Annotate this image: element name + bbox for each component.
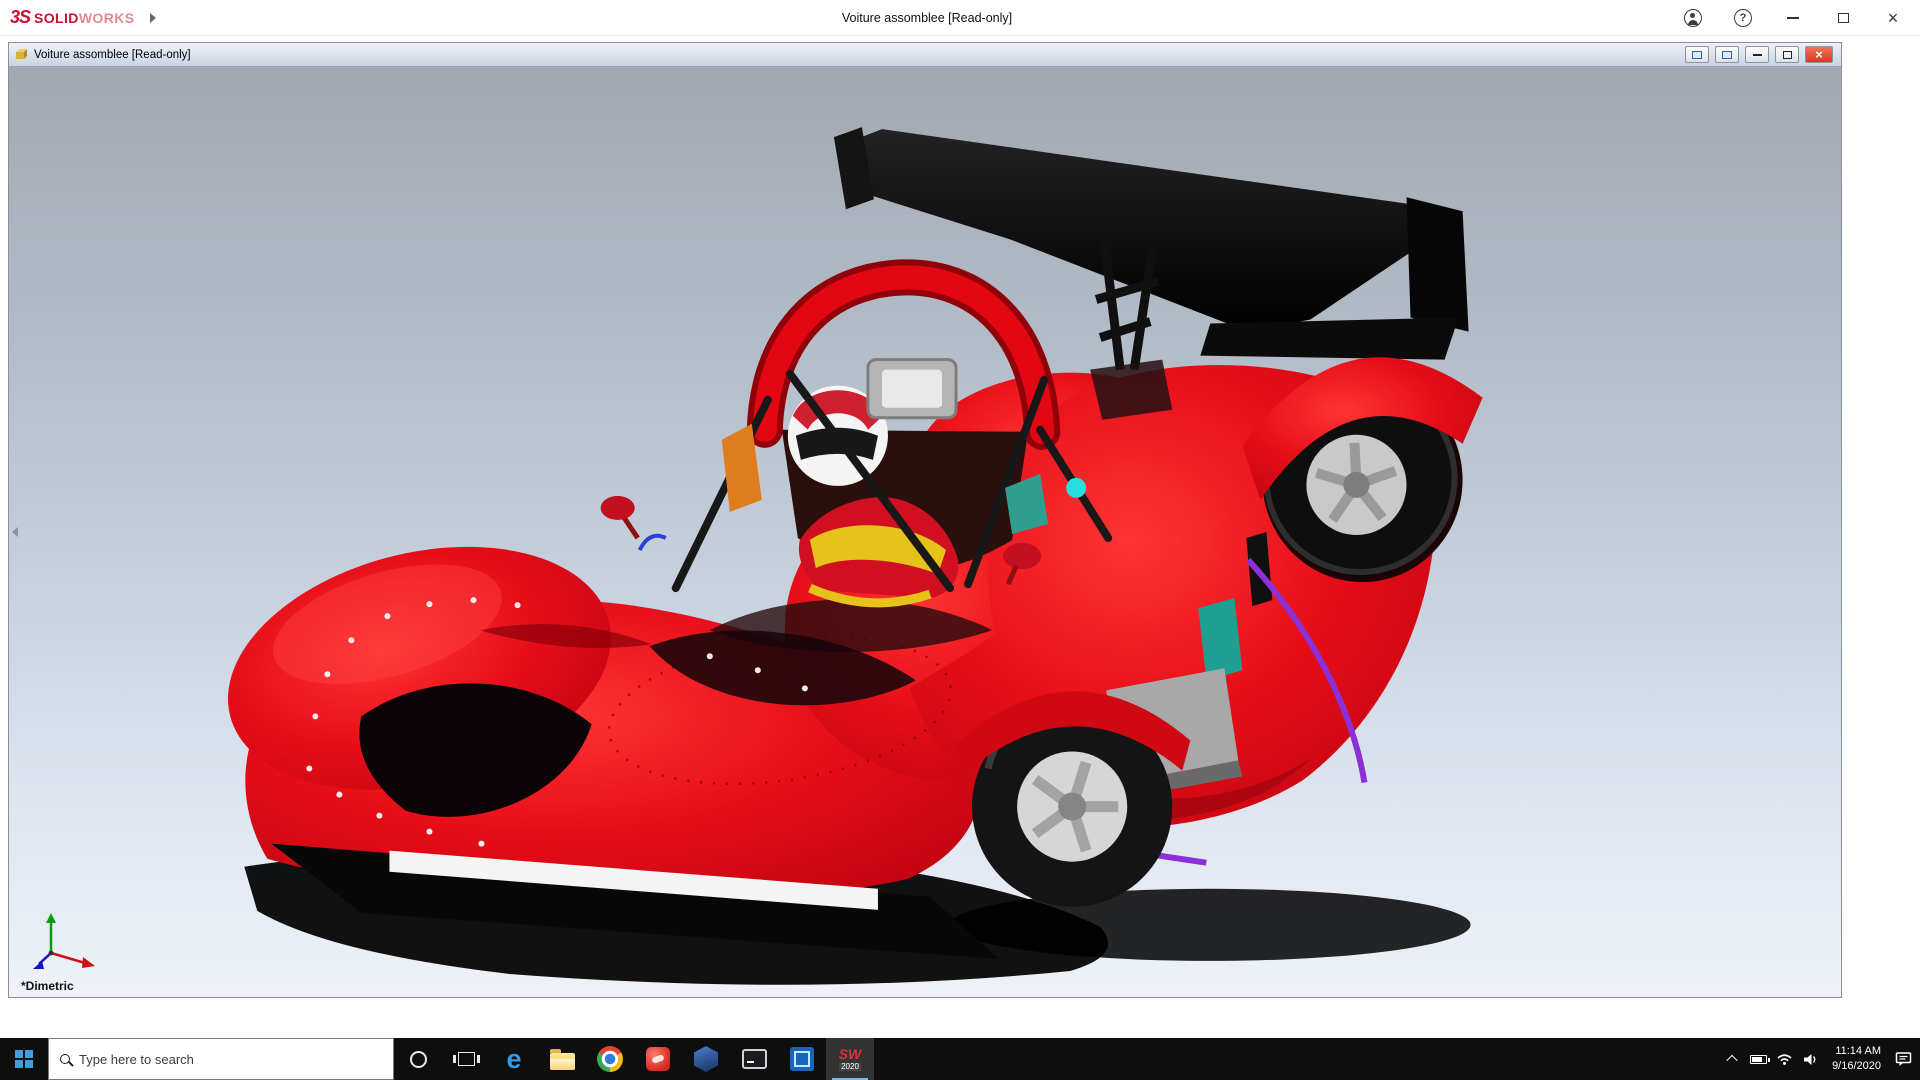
red-app-button[interactable] [634, 1038, 682, 1080]
solidworks-icon-badge: 2020 [839, 1063, 861, 1071]
solidworks-logo-mark: 3S [10, 7, 30, 28]
view-orientation-label: *Dimetric [21, 979, 74, 993]
restore-icon [1783, 51, 1792, 59]
tray-expand-button[interactable] [1719, 1038, 1745, 1080]
tile-window-left-button[interactable] [1685, 46, 1709, 63]
hexagon-app-button[interactable] [682, 1038, 730, 1080]
maximize-button[interactable] [1832, 7, 1854, 29]
solidworks-taskbar-button[interactable]: SW 2020 [826, 1038, 874, 1080]
task-view-icon [458, 1052, 475, 1066]
system-tray: 11:14 AM 9/16/2020 [1719, 1038, 1920, 1080]
edge-icon: e [506, 1046, 521, 1073]
app-titlebar: 3S SOLID WORKS Voiture assomblee [Read-o… [0, 0, 1920, 36]
clock-time: 11:14 AM [1835, 1044, 1881, 1059]
clock[interactable]: 11:14 AM 9/16/2020 [1823, 1038, 1890, 1080]
file-explorer-button[interactable] [538, 1038, 586, 1080]
terminal-icon [742, 1049, 767, 1069]
solidworks-taskbar-icon: SW 2020 [839, 1047, 862, 1071]
menu-flyout-button[interactable] [150, 13, 156, 23]
chevron-up-icon [1726, 1055, 1737, 1066]
close-button[interactable]: × [1882, 7, 1904, 29]
flyout-arrow-icon [150, 13, 156, 23]
panel-collapse-button[interactable] [9, 517, 21, 547]
battery-button[interactable] [1745, 1038, 1771, 1080]
help-button[interactable]: ? [1732, 7, 1754, 29]
hexagon-app-icon [694, 1046, 718, 1072]
taskbar: e SW 2020 [0, 1038, 1920, 1080]
volume-icon [1803, 1053, 1818, 1066]
document-window-controls: × [1685, 46, 1836, 63]
tile-window-icon [1722, 51, 1732, 59]
user-account-icon [1684, 9, 1702, 27]
volume-button[interactable] [1797, 1038, 1823, 1080]
folder-icon [550, 1053, 575, 1070]
minimize-button[interactable] [1782, 7, 1804, 29]
minimize-icon [1753, 54, 1762, 56]
action-center-button[interactable] [1890, 1038, 1916, 1080]
action-center-icon [1895, 1051, 1912, 1067]
network-button[interactable] [1771, 1038, 1797, 1080]
maximize-icon [1838, 13, 1849, 23]
tile-window-right-button[interactable] [1715, 46, 1739, 63]
graphics-viewport[interactable]: *Dimetric [9, 67, 1841, 997]
x-axis-arrow [51, 953, 95, 968]
collapse-arrow-icon [12, 527, 18, 537]
document-minimize-button[interactable] [1745, 46, 1769, 63]
cortana-button[interactable] [394, 1038, 442, 1080]
wifi-icon [1776, 1052, 1793, 1066]
document-title: Voiture assomblee [Read-only] [34, 49, 191, 61]
y-axis-arrow [46, 913, 56, 953]
document-titlebar[interactable]: Voiture assomblee [Read-only] × [9, 43, 1841, 67]
battery-icon [1750, 1055, 1767, 1064]
search-icon [60, 1054, 70, 1064]
taskbar-search[interactable] [48, 1038, 394, 1080]
solidworks-logo-solid: SOLID [34, 10, 79, 26]
app-window-controls: ? × [1682, 7, 1920, 29]
start-button[interactable] [0, 1038, 48, 1080]
edge-button[interactable]: e [490, 1038, 538, 1080]
blue-tile-icon [790, 1047, 814, 1071]
chrome-icon [597, 1046, 623, 1072]
user-account-button[interactable] [1682, 7, 1704, 29]
assembly-document-icon [14, 47, 29, 62]
blue-tile-app-button[interactable] [778, 1038, 826, 1080]
solidworks-logo-works: WORKS [79, 10, 135, 26]
intake-box[interactable] [868, 360, 956, 418]
close-icon: × [1888, 9, 1899, 27]
rear-wing[interactable] [834, 127, 1469, 370]
orientation-triad [31, 909, 103, 973]
car-assembly-model[interactable] [9, 67, 1841, 997]
app-title: Voiture assomblee [Read-only] [0, 11, 1854, 25]
windows-logo-icon [15, 1050, 33, 1068]
screen: 3S SOLID WORKS Voiture assomblee [Read-o… [0, 0, 1920, 1080]
tile-window-icon [1692, 51, 1702, 59]
task-view-button[interactable] [442, 1038, 490, 1080]
search-input[interactable] [79, 1052, 382, 1067]
document-window: Voiture assomblee [Read-only] × [8, 42, 1842, 998]
solidworks-icon-label: SW [839, 1047, 862, 1061]
chrome-button[interactable] [586, 1038, 634, 1080]
solidworks-logo: 3S SOLID WORKS [10, 7, 134, 28]
document-restore-button[interactable] [1775, 46, 1799, 63]
help-icon: ? [1734, 9, 1752, 27]
red-app-icon [646, 1047, 670, 1071]
z-axis-arrow [33, 953, 51, 969]
minimize-icon [1787, 17, 1799, 19]
terminal-app-button[interactable] [730, 1038, 778, 1080]
cortana-icon [410, 1051, 427, 1068]
document-close-button[interactable]: × [1805, 46, 1833, 63]
clock-date: 9/16/2020 [1832, 1059, 1881, 1074]
